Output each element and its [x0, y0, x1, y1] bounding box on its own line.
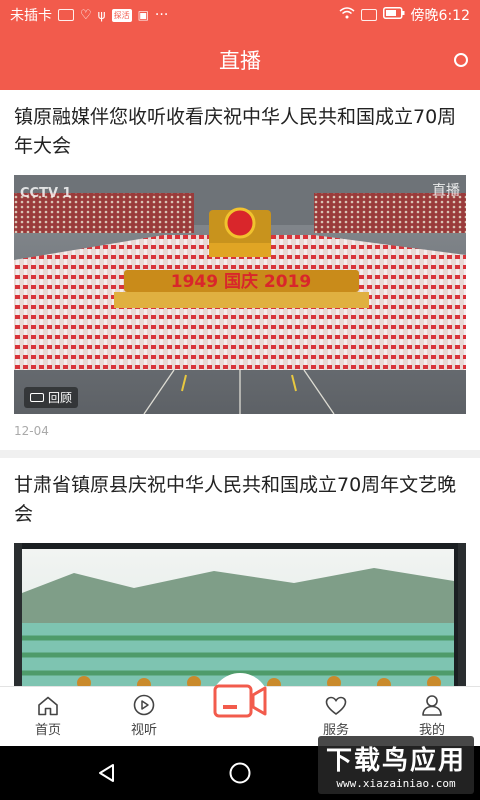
tab-media[interactable]: 视听	[96, 687, 192, 746]
card-title[interactable]: 镇原融媒伴您收听收看庆祝中华人民共和国成立70周年大会	[14, 90, 466, 175]
video-icon	[30, 393, 44, 402]
feed-card[interactable]: 甘肃省镇原县庆祝中华人民共和国成立70周年文艺晚会	[0, 458, 480, 686]
gala-image	[14, 543, 466, 686]
record-circle-icon[interactable]	[454, 53, 468, 67]
watermark-title: 下载鸟应用	[325, 746, 466, 776]
sim-icon	[360, 9, 377, 21]
home-icon	[38, 696, 58, 716]
app-header: 直播	[0, 30, 480, 90]
app-badge: 探活	[111, 8, 132, 22]
battery-icon	[382, 7, 405, 23]
card-title[interactable]: 甘肃省镇原县庆祝中华人民共和国成立70周年文艺晚会	[14, 458, 466, 543]
usb-icon: ψ	[97, 8, 106, 22]
tab-media-label: 视听	[130, 723, 157, 738]
clock: 傍晚6:12	[410, 8, 470, 24]
site-watermark: 下载鸟应用 www.xiazainiao.com	[317, 736, 474, 794]
live-watermark-text: 直播	[432, 182, 460, 199]
replay-badge[interactable]: 回顾	[24, 387, 79, 408]
back-icon[interactable]	[96, 762, 118, 784]
tab-home-label: 首页	[34, 723, 61, 738]
parade-thumbnail[interactable]: 1949 国庆 2019 CCTV 1 直播 回顾	[14, 175, 466, 414]
chart-icon	[58, 9, 74, 21]
post-date: 12-04	[14, 424, 49, 438]
bag-icon: ▣	[137, 8, 149, 22]
live-feed: 镇原融媒伴您收听收看庆祝中华人民共和国成立70周年大会 1949 国庆 2019…	[0, 90, 480, 686]
page-title: 直播	[219, 49, 261, 73]
wifi-icon	[339, 7, 355, 23]
parade-image: 1949 国庆 2019 CCTV 1 直播	[14, 175, 466, 414]
live-center-button[interactable]	[211, 673, 269, 731]
home-circle-icon[interactable]	[228, 761, 252, 785]
banner-text: 1949 国庆 2019	[171, 271, 311, 292]
heart-rate-icon: ♡	[80, 7, 92, 23]
play-circle-icon	[133, 694, 155, 716]
gala-thumbnail[interactable]	[14, 543, 466, 686]
user-icon	[422, 695, 442, 716]
tab-live[interactable]	[192, 673, 288, 746]
video-camera-icon	[213, 684, 267, 717]
cctv-logo-text: CCTV 1	[20, 186, 72, 201]
status-bar: 未插卡 ♡ ψ 探活 ▣ ··· 傍晚6:12	[0, 0, 480, 30]
replay-label: 回顾	[48, 391, 73, 405]
more-notifications: ···	[154, 7, 169, 23]
watermark-url: www.xiazainiao.com	[336, 777, 456, 790]
carrier-text: 未插卡	[10, 8, 52, 24]
feed-card[interactable]: 镇原融媒伴您收听收看庆祝中华人民共和国成立70周年大会 1949 国庆 2019…	[0, 90, 480, 450]
tab-home[interactable]: 首页	[0, 687, 96, 746]
heart-icon	[325, 696, 347, 715]
